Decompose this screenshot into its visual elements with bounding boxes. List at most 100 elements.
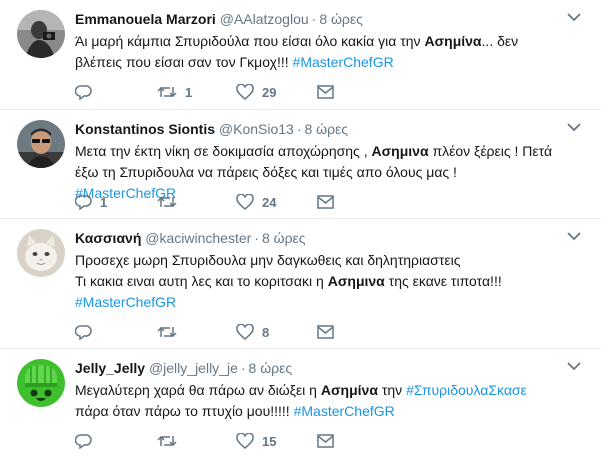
retweet-icon xyxy=(157,196,177,208)
tweet-header: Emmanouela Marzori @AAlatzoglou · 8 ώρες xyxy=(75,10,363,28)
chevron-down-icon[interactable] xyxy=(567,12,581,22)
handle[interactable]: @jelly_jelly_je xyxy=(149,360,238,376)
avatar[interactable] xyxy=(17,120,65,168)
retweet-icon xyxy=(157,86,177,98)
direct-message-button[interactable] xyxy=(317,192,334,212)
envelope-icon xyxy=(317,325,334,339)
like-count: 24 xyxy=(262,194,277,210)
tweet[interactable]: Jelly_Jelly @jelly_jelly_je · 8 ώρες Μεγαλ… xyxy=(0,349,601,464)
retweet-count: 1 xyxy=(185,84,193,100)
separator-dot: · xyxy=(254,230,259,246)
like-button[interactable]: 15 xyxy=(236,431,276,451)
tweet-text-line: Προσεχε μωρη Σπυριδουλα μην δαγκωθεις κα… xyxy=(75,250,561,271)
like-button[interactable]: 29 xyxy=(236,82,276,102)
tweet-text-segment: Μετα την έκτη νίκη σε δοκιμασία αποχώρησ… xyxy=(75,143,372,159)
retweet-icon xyxy=(157,435,177,447)
retweet-button[interactable] xyxy=(157,192,185,212)
heart-icon xyxy=(236,324,254,340)
tweet-text-line: #MasterChefGR xyxy=(75,292,561,313)
tweet-text-segment: ... δεν xyxy=(481,33,519,49)
tweet-text-segment: βλέπεις που είσαι σαν τον Γκμοχ!!! xyxy=(75,54,293,70)
retweet-button[interactable] xyxy=(157,431,185,451)
reply-count: 1 xyxy=(100,194,108,210)
envelope-icon xyxy=(317,85,334,99)
heart-icon xyxy=(236,194,254,210)
hashtag-link[interactable]: #MasterChefGR xyxy=(75,294,176,310)
tweet-text: Προσεχε μωρη Σπυριδουλα μην δαγκωθεις κα… xyxy=(75,250,561,313)
like-button[interactable]: 24 xyxy=(236,192,276,212)
separator-dot: · xyxy=(311,11,317,27)
tweet-feed: Emmanouela Marzori @AAlatzoglou · 8 ώρες Ά… xyxy=(0,0,601,464)
fullname[interactable]: Κασσιανή xyxy=(75,230,141,246)
fullname[interactable]: Jelly_Jelly xyxy=(75,360,145,376)
hashtag-link[interactable]: #ΣπυριδουλαΣκασε xyxy=(406,382,527,398)
tweet-text-segment: πλέον ξέρεις ! Πετά xyxy=(428,143,553,159)
tweet-text-line: Μεγαλύτερη χαρά θα πάρω αν διώξει η Ασημ… xyxy=(75,380,561,401)
envelope-icon xyxy=(317,434,334,448)
timestamp[interactable]: 8 ώρες xyxy=(249,360,293,376)
tweet[interactable]: Konstantinos Siontis @KonSio13 · 8 ώρες Με… xyxy=(0,110,601,219)
direct-message-button[interactable] xyxy=(317,82,334,102)
separator-dot: · xyxy=(240,360,246,376)
tweet-text-line: βλέπεις που είσαι σαν τον Γκμοχ!!! #Mast… xyxy=(75,52,561,73)
heart-icon xyxy=(236,84,254,100)
retweet-icon xyxy=(157,326,177,338)
tweet-text-line: Τι κακια ειναι αυτη λες και το κοριτσακι… xyxy=(75,271,561,292)
tweet-text-segment: έξω τη Σπυριδουλα να πάρεις δόξες και τι… xyxy=(75,164,457,180)
retweet-button[interactable] xyxy=(157,322,185,342)
like-count: 29 xyxy=(262,84,277,100)
tweet-header: Κασσιανή @kaciwinchester · 8 ώρες xyxy=(75,229,306,247)
direct-message-button[interactable] xyxy=(317,322,334,342)
reply-button[interactable] xyxy=(75,82,100,102)
avatar[interactable] xyxy=(17,229,65,277)
tweet-text: Άι μαρή κάμπια Σπυριδούλα που είσαι όλο … xyxy=(75,31,561,73)
reply-icon xyxy=(75,325,92,340)
tweet-text-segment: Άι μαρή κάμπια Σπυριδούλα που είσαι όλο … xyxy=(75,33,425,49)
handle[interactable]: @kaciwinchester xyxy=(145,230,251,246)
chevron-down-icon[interactable] xyxy=(567,122,581,132)
separator-dot: · xyxy=(296,121,302,137)
handle[interactable]: @AAlatzoglou xyxy=(220,11,309,27)
highlighted-name: Ασημινα xyxy=(371,143,429,159)
highlighted-name: Ασημινα xyxy=(327,273,385,289)
chevron-down-icon[interactable] xyxy=(567,361,581,371)
tweet[interactable]: Κασσιανή @kaciwinchester · 8 ώρες Προσεχε … xyxy=(0,219,601,349)
hashtag-link[interactable]: #MasterChefGR xyxy=(293,54,394,70)
tweet-text-line: Μετα την έκτη νίκη σε δοκιμασία αποχώρησ… xyxy=(75,141,561,162)
direct-message-button[interactable] xyxy=(317,431,334,451)
hashtag-link[interactable]: #MasterChefGR xyxy=(294,403,395,419)
avatar[interactable] xyxy=(17,359,65,407)
reply-button[interactable]: 1 xyxy=(75,192,107,212)
tweet-text-segment: Μεγαλύτερη χαρά θα πάρω αν διώξει η xyxy=(75,382,321,398)
retweet-button[interactable]: 1 xyxy=(157,82,192,102)
envelope-icon xyxy=(317,195,334,209)
like-count: 15 xyxy=(262,433,277,449)
timestamp[interactable]: 8 ώρες xyxy=(262,230,306,246)
reply-icon xyxy=(75,434,92,449)
reply-icon xyxy=(75,195,92,210)
tweet-text-segment: Προσεχε μωρη Σπυριδουλα μην δαγκωθεις κα… xyxy=(75,252,461,268)
avatar[interactable] xyxy=(17,10,65,58)
tweet[interactable]: Emmanouela Marzori @AAlatzoglou · 8 ώρες Ά… xyxy=(0,0,601,110)
fullname[interactable]: Konstantinos Siontis xyxy=(75,121,215,137)
handle[interactable]: @KonSio13 xyxy=(219,121,294,137)
fullname[interactable]: Emmanouela Marzori xyxy=(75,11,216,27)
tweet-header: Jelly_Jelly @jelly_jelly_je · 8 ώρες xyxy=(75,359,292,377)
like-count: 8 xyxy=(262,324,270,340)
tweet-text: Μεγαλύτερη χαρά θα πάρω αν διώξει η Ασημ… xyxy=(75,380,561,422)
reply-button[interactable] xyxy=(75,431,100,451)
tweet-text-segment: πάρα όταν πάρω το πτυχίο μου!!!!! xyxy=(75,403,294,419)
chevron-down-icon[interactable] xyxy=(567,231,581,241)
tweet-text-segment: την xyxy=(377,382,407,398)
reply-icon xyxy=(75,85,92,100)
highlighted-name: Ασημίνα xyxy=(424,33,482,49)
like-button[interactable]: 8 xyxy=(236,322,269,342)
reply-button[interactable] xyxy=(75,322,100,342)
tweet-text-line: πάρα όταν πάρω το πτυχίο μου!!!!! #Maste… xyxy=(75,401,561,422)
tweet-text-segment: της εκανε τιποτα!!! xyxy=(384,273,502,289)
heart-icon xyxy=(236,433,254,449)
highlighted-name: Ασημίνα xyxy=(320,382,378,398)
timestamp[interactable]: 8 ώρες xyxy=(319,11,363,27)
timestamp[interactable]: 8 ώρες xyxy=(305,121,349,137)
tweet-header: Konstantinos Siontis @KonSio13 · 8 ώρες xyxy=(75,120,348,138)
